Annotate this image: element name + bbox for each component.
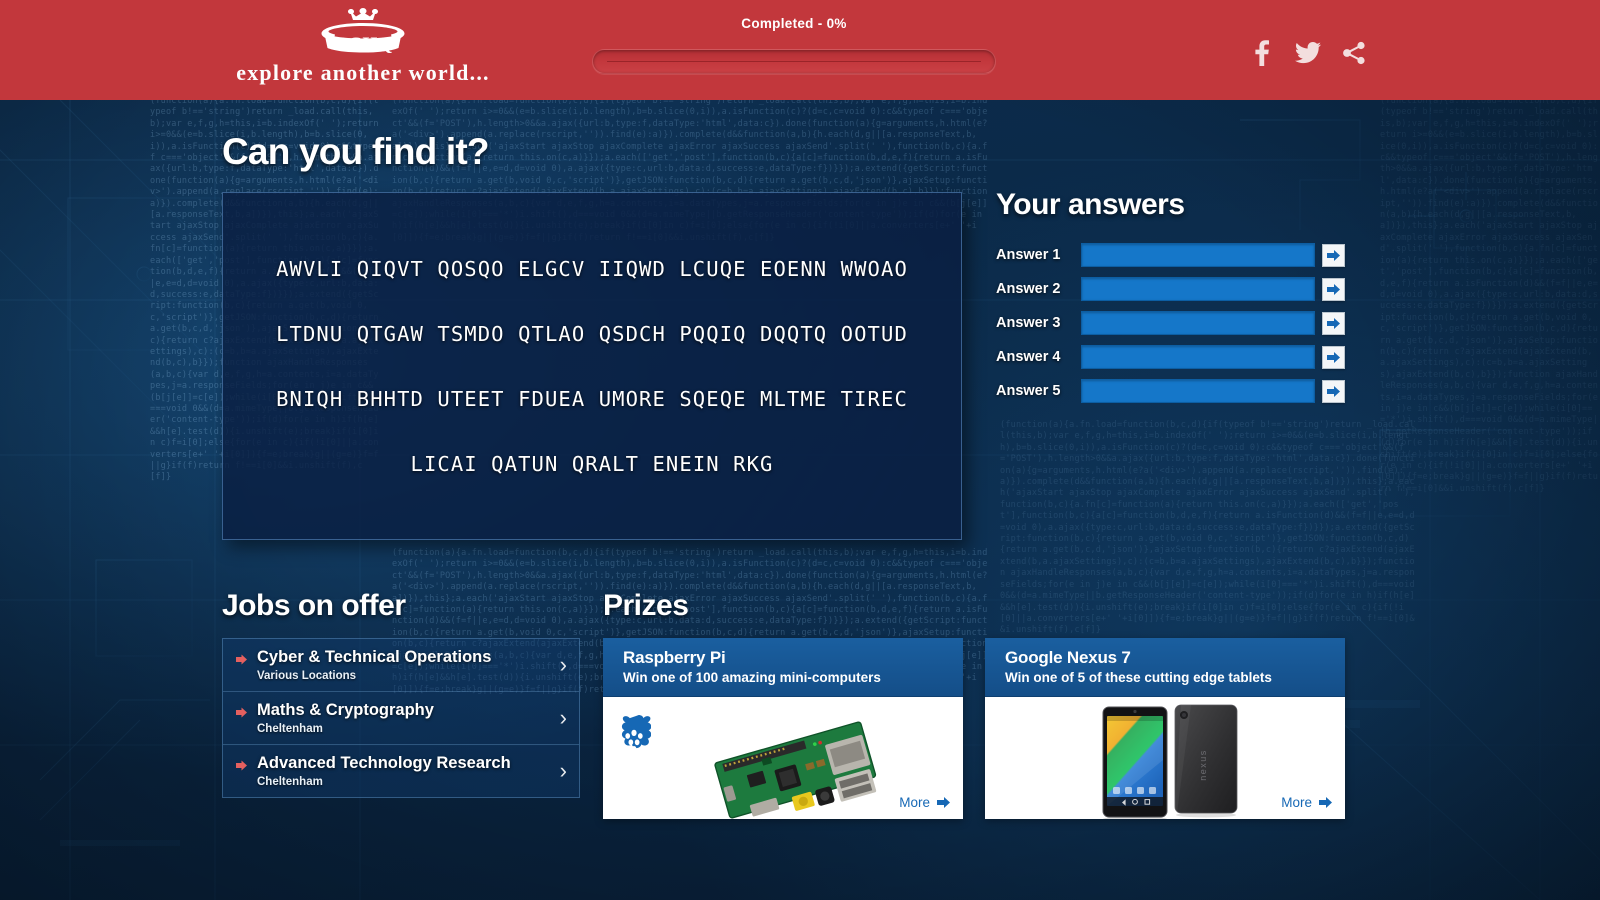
answer-label-5: Answer 5 — [996, 383, 1061, 399]
job-item-advanced-technology-research[interactable]: Advanced Technology Research Cheltenham … — [223, 745, 579, 797]
raspberry-pi-board-image — [714, 721, 877, 819]
arrow-right-icon — [937, 797, 950, 808]
answer-row-1: Answer 1 — [996, 243, 1366, 267]
svg-text:GCHQ: GCHQ — [333, 34, 393, 55]
answer-submit-3[interactable] — [1322, 311, 1345, 335]
answer-input-2[interactable] — [1081, 277, 1315, 301]
prizes-section: Prizes Raspberry Pi Win one of 100 amazi… — [603, 589, 1355, 819]
job-item-maths-cryptography[interactable]: Maths & Cryptography Cheltenham › — [223, 692, 579, 745]
prize-header: Google Nexus 7 Win one of 5 of these cut… — [985, 638, 1345, 697]
job-location: Cheltenham — [257, 776, 323, 788]
job-title: Advanced Technology Research — [257, 754, 511, 772]
prize-subtitle: Win one of 5 of these cutting edge table… — [1005, 670, 1272, 685]
answer-input-1[interactable] — [1081, 243, 1315, 267]
raspberry-pi-logo-icon — [621, 715, 651, 752]
jobs-list: Cyber & Technical Operations Various Loc… — [222, 638, 580, 798]
cipher-line-3: BNIQH BHHTD UTEET FDUEA UMORE SQEQE MLTM… — [276, 387, 908, 411]
job-title: Maths & Cryptography — [257, 701, 434, 719]
progress-label: Completed - 0% — [741, 16, 847, 31]
answer-input-3[interactable] — [1081, 311, 1315, 335]
job-location: Various Locations — [257, 670, 357, 682]
prize-more-link[interactable]: More — [899, 795, 950, 810]
job-location: Cheltenham — [257, 723, 323, 735]
jobs-title: Jobs on offer — [222, 589, 406, 622]
prize-more-link[interactable]: More — [1281, 795, 1332, 810]
twitter-icon[interactable] — [1294, 38, 1322, 68]
tagline: explore another world... — [236, 60, 490, 85]
nexus-7-tablets-image: nexus — [1102, 704, 1238, 819]
prize-more-label: More — [899, 795, 930, 810]
arrow-bullet-icon — [236, 654, 247, 665]
answer-row-4: Answer 4 — [996, 345, 1366, 369]
answer-input-5[interactable] — [1081, 379, 1315, 403]
jobs-section: Jobs on offer Cyber & Technical Operatio… — [222, 589, 580, 798]
progress-bar — [592, 49, 996, 74]
main-content: Can you find it? AWVLI QIQVT QOSQO ELGCV… — [0, 0, 1600, 900]
prize-body: More — [603, 697, 963, 819]
prize-more-label: More — [1281, 795, 1312, 810]
cipher-panel: AWVLI QIQVT QOSQO ELGCV IIQWD LCUQE EOEN… — [222, 192, 962, 540]
page-title: Can you find it? — [222, 131, 490, 172]
prize-subtitle: Win one of 100 amazing mini-computers — [623, 670, 881, 685]
arrow-bullet-icon — [236, 707, 247, 718]
answer-label-1: Answer 1 — [996, 247, 1061, 263]
answer-row-2: Answer 2 — [996, 277, 1366, 301]
cipher-line-2: LTDNU QTGAW TSMDO QTLAO QSDCH PQQIQ DQQT… — [276, 322, 908, 346]
answer-submit-2[interactable] — [1322, 277, 1345, 301]
crown-icon: GCHQ — [321, 8, 405, 55]
svg-text:nexus: nexus — [1198, 749, 1208, 781]
answers-panel: Your answers Answer 1 Answer 2 Answer 3 … — [996, 188, 1366, 413]
answer-submit-1[interactable] — [1322, 243, 1345, 267]
job-title: Cyber & Technical Operations — [257, 648, 492, 666]
chevron-right-icon: › — [559, 652, 567, 677]
prize-header: Raspberry Pi Win one of 100 amazing mini… — [603, 638, 963, 697]
job-item-cyber-technical-operations[interactable]: Cyber & Technical Operations Various Loc… — [223, 639, 579, 692]
cipher-text: AWVLI QIQVT QOSQO ELGCV IIQWD LCUQE EOEN… — [223, 257, 961, 476]
progress-section: Completed - 0% — [592, 16, 996, 74]
cipher-line-1: AWVLI QIQVT QOSQO ELGCV IIQWD LCUQE EOEN… — [276, 257, 908, 281]
chevron-right-icon: › — [559, 705, 567, 730]
prize-name: Google Nexus 7 — [1005, 648, 1131, 667]
answer-label-4: Answer 4 — [996, 349, 1061, 365]
prize-cards: Raspberry Pi Win one of 100 amazing mini… — [603, 638, 1355, 819]
arrow-right-icon — [1319, 797, 1332, 808]
prize-body: nexus More — [985, 697, 1345, 819]
chevron-right-icon: › — [559, 758, 567, 783]
prize-card-google-nexus-7[interactable]: Google Nexus 7 Win one of 5 of these cut… — [985, 638, 1345, 819]
arrow-bullet-icon — [236, 760, 247, 771]
social-links — [1248, 38, 1368, 68]
answer-row-3: Answer 3 — [996, 311, 1366, 335]
answer-label-3: Answer 3 — [996, 315, 1061, 331]
prize-name: Raspberry Pi — [623, 648, 726, 667]
site-header: GCHQ explore another world... Completed … — [0, 0, 1600, 100]
answer-submit-5[interactable] — [1322, 379, 1345, 403]
answer-row-5: Answer 5 — [996, 379, 1366, 403]
answer-label-2: Answer 2 — [996, 281, 1061, 297]
share-icon[interactable] — [1340, 38, 1368, 68]
answer-input-4[interactable] — [1081, 345, 1315, 369]
answers-title: Your answers — [996, 188, 1185, 221]
prize-card-raspberry-pi[interactable]: Raspberry Pi Win one of 100 amazing mini… — [603, 638, 963, 819]
gchq-logo[interactable]: GCHQ explore another world... — [218, 6, 508, 86]
answer-submit-4[interactable] — [1322, 345, 1345, 369]
cipher-line-4: LICAI QATUN QRALT ENEIN RKG — [410, 452, 774, 476]
facebook-icon[interactable] — [1248, 38, 1276, 68]
prizes-title: Prizes — [603, 589, 689, 622]
